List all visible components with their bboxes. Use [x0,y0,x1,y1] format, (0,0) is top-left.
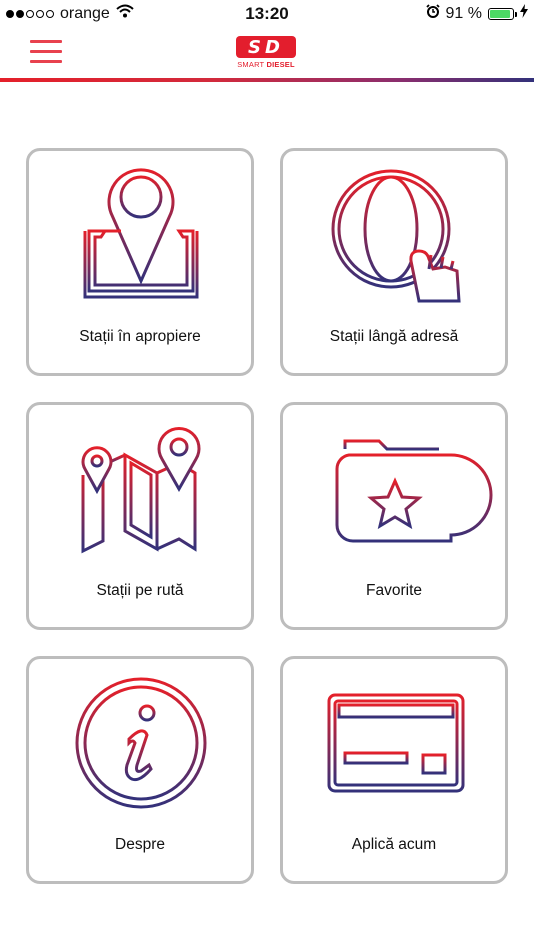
alarm-icon [425,4,440,23]
logo-wordmark: SMART DIESEL [233,60,299,69]
apply-now-label: Aplică acum [351,836,437,853]
smart-diesel-logo: SD SMART DIESEL [233,36,299,76]
about-card[interactable]: Despre [26,656,254,884]
logo-mark: SD [248,37,284,58]
status-bar: orange 13:20 91 % [0,0,534,28]
about-label: Despre [115,836,165,853]
battery-level [490,9,511,18]
hamburger-menu-button[interactable] [30,40,62,64]
stations-near-address-label: Stații lângă adresă [329,328,459,345]
battery-percent: 91 % [445,4,482,22]
battery-icon [488,7,517,20]
stations-near-address-card[interactable]: Stații lângă adresă [280,148,508,376]
logo-badge: SD [236,36,296,58]
app-header: SD SMART DIESEL [0,28,534,80]
favorites-label: Favorite [366,582,422,599]
route-stations-card[interactable]: Stații pe rută [26,402,254,630]
header-gradient-divider [0,78,534,82]
logo-text-smart: SMART [237,60,267,69]
nearby-stations-label: Stații în apropiere [79,328,201,345]
nearby-stations-card[interactable]: Stații în apropiere [26,148,254,376]
status-right: 91 % [425,4,528,23]
charging-icon [520,4,528,23]
logo-text-diesel: DIESEL [266,60,295,69]
apply-now-card[interactable]: Aplică acum [280,656,508,884]
favorites-card[interactable]: Favorite [280,402,508,630]
route-stations-label: Stații pe rută [96,582,184,599]
